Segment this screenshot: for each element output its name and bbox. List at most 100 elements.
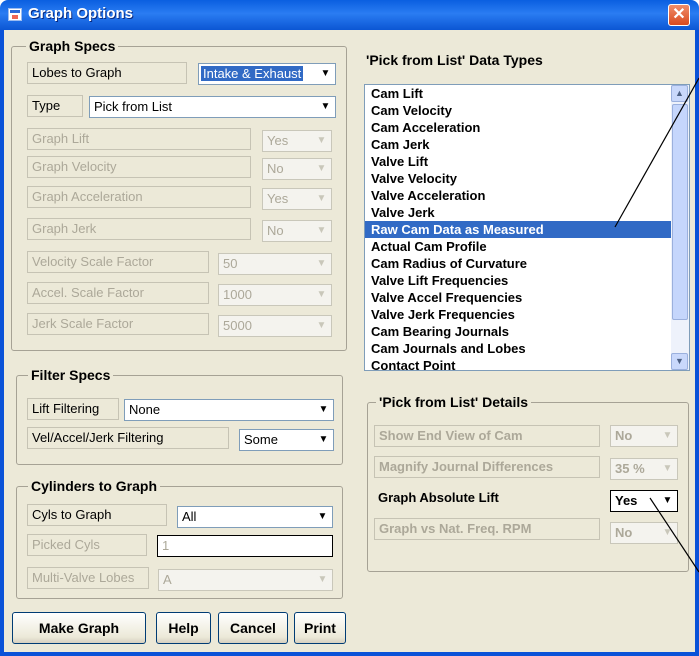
velocity-scale-value: 50 (223, 256, 238, 271)
list-item[interactable]: Valve Accel Frequencies (365, 289, 689, 306)
window-frame-right (695, 30, 699, 656)
jerk-scale-value: 5000 (223, 318, 252, 333)
velocity-scale-label: Velocity Scale Factor (27, 251, 209, 273)
window-title: Graph Options (28, 5, 133, 22)
graph-absolute-lift-combo[interactable]: Yes ▼ (610, 490, 678, 512)
chevron-down-icon[interactable]: ▼ (659, 427, 676, 445)
data-types-title: 'Pick from List' Data Types (366, 52, 543, 68)
list-item[interactable]: Cam Bearing Journals (365, 323, 689, 340)
cylinders-title: Cylinders to Graph (28, 478, 161, 494)
chevron-down-icon[interactable]: ▼ (314, 571, 331, 589)
vel-accel-jerk-filtering-label: Vel/Accel/Jerk Filtering (27, 427, 229, 449)
multi-valve-lobes-combo[interactable]: A ▼ (158, 569, 333, 591)
type-label: Type (27, 95, 83, 117)
magnify-journal-label: Magnify Journal Differences (374, 456, 600, 478)
scroll-thumb[interactable] (672, 104, 688, 320)
graph-velocity-value: No (267, 161, 284, 176)
lobes-to-graph-combo[interactable]: Intake & Exhaust ▼ (198, 63, 336, 85)
close-button[interactable]: ✕ (668, 4, 690, 26)
graph-vs-nat-freq-combo[interactable]: No ▼ (610, 522, 678, 544)
list-item[interactable]: Cam Radius of Curvature (365, 255, 689, 272)
picked-cyls-input[interactable]: 1 (157, 535, 333, 557)
list-item[interactable]: Actual Cam Profile (365, 238, 689, 255)
list-item[interactable]: Cam Jerk (365, 136, 689, 153)
graph-velocity-label: Graph Velocity (27, 156, 251, 178)
scroll-up-icon[interactable]: ▲ (671, 85, 688, 102)
type-combo[interactable]: Pick from List ▼ (89, 96, 336, 118)
list-item[interactable]: Valve Acceleration (365, 187, 689, 204)
list-item[interactable]: Valve Jerk (365, 204, 689, 221)
accel-scale-value: 1000 (223, 287, 252, 302)
chevron-down-icon[interactable]: ▼ (313, 132, 330, 150)
graph-vs-nat-freq-value: No (615, 525, 633, 540)
make-graph-button[interactable]: Make Graph (12, 612, 146, 644)
magnify-journal-combo[interactable]: 35 % ▼ (610, 458, 678, 480)
chevron-down-icon[interactable]: ▼ (313, 160, 330, 178)
jerk-scale-label: Jerk Scale Factor (27, 313, 209, 335)
graph-lift-combo[interactable]: Yes ▼ (262, 130, 332, 152)
help-button[interactable]: Help (156, 612, 211, 644)
cyls-to-graph-value: All (182, 509, 197, 524)
details-title: 'Pick from List' Details (376, 394, 532, 410)
vel-accel-jerk-filtering-combo[interactable]: Some ▼ (239, 429, 334, 451)
chevron-down-icon[interactable]: ▼ (313, 255, 330, 273)
vel-accel-jerk-filtering-value: Some (244, 432, 278, 447)
list-item[interactable]: Valve Velocity (365, 170, 689, 187)
chevron-down-icon[interactable]: ▼ (317, 65, 334, 83)
list-item[interactable]: Raw Cam Data as Measured (365, 221, 689, 238)
list-item[interactable]: Valve Jerk Frequencies (365, 306, 689, 323)
chevron-down-icon[interactable]: ▼ (315, 431, 332, 449)
chevron-down-icon[interactable]: ▼ (315, 401, 332, 419)
list-item[interactable]: Cam Journals and Lobes (365, 340, 689, 357)
app-window-icon (8, 8, 22, 21)
graph-acceleration-label: Graph Acceleration (27, 186, 251, 208)
chevron-down-icon[interactable]: ▼ (313, 286, 330, 304)
chevron-down-icon[interactable]: ▼ (659, 460, 676, 478)
graph-absolute-lift-value: Yes (615, 493, 638, 508)
chevron-down-icon[interactable]: ▼ (317, 98, 334, 116)
close-icon: ✕ (672, 6, 686, 23)
graph-lift-label: Graph Lift (27, 128, 251, 150)
list-item[interactable]: Valve Lift Frequencies (365, 272, 689, 289)
lift-filtering-label: Lift Filtering (27, 398, 119, 420)
data-types-listbox[interactable]: Cam Lift Cam Velocity Cam Acceleration Cam … (364, 84, 690, 371)
cancel-button[interactable]: Cancel (218, 612, 288, 644)
picked-cyls-label: Picked Cyls (27, 534, 147, 556)
graph-acceleration-combo[interactable]: Yes ▼ (262, 188, 332, 210)
show-end-view-combo[interactable]: No ▼ (610, 425, 678, 447)
scroll-down-icon[interactable]: ▼ (671, 353, 688, 370)
print-button[interactable]: Print (294, 612, 346, 644)
list-item[interactable]: Cam Velocity (365, 102, 689, 119)
cyls-to-graph-label: Cyls to Graph (27, 504, 167, 526)
list-item[interactable]: Cam Lift (365, 85, 689, 102)
chevron-down-icon[interactable]: ▼ (314, 508, 331, 526)
window-frame-bottom (0, 652, 699, 656)
chevron-down-icon[interactable]: ▼ (659, 492, 676, 510)
accel-scale-label: Accel. Scale Factor (27, 282, 209, 304)
graph-absolute-lift-label: Graph Absolute Lift (374, 488, 600, 510)
chevron-down-icon[interactable]: ▼ (313, 317, 330, 335)
show-end-view-value: No (615, 428, 633, 443)
multi-valve-lobes-value: A (163, 572, 172, 587)
velocity-scale-combo[interactable]: 50 ▼ (218, 253, 332, 275)
list-item[interactable]: Contact Point (365, 357, 689, 370)
graph-jerk-combo[interactable]: No ▼ (262, 220, 332, 242)
list-item[interactable]: Valve Lift (365, 153, 689, 170)
lobes-to-graph-label: Lobes to Graph (27, 62, 187, 84)
graph-lift-value: Yes (267, 133, 289, 148)
graph-jerk-label: Graph Jerk (27, 218, 251, 240)
chevron-down-icon[interactable]: ▼ (659, 524, 676, 542)
filter-specs-title: Filter Specs (28, 367, 114, 383)
chevron-down-icon[interactable]: ▼ (313, 190, 330, 208)
lift-filtering-value: None (129, 402, 161, 417)
cyls-to-graph-combo[interactable]: All ▼ (177, 506, 333, 528)
chevron-down-icon[interactable]: ▼ (313, 222, 330, 240)
show-end-view-label: Show End View of Cam (374, 425, 600, 447)
graph-acceleration-value: Yes (267, 191, 289, 206)
graph-velocity-combo[interactable]: No ▼ (262, 158, 332, 180)
list-item[interactable]: Cam Acceleration (365, 119, 689, 136)
jerk-scale-combo[interactable]: 5000 ▼ (218, 315, 332, 337)
graph-specs-title: Graph Specs (26, 38, 119, 54)
lift-filtering-combo[interactable]: None ▼ (124, 399, 334, 421)
accel-scale-combo[interactable]: 1000 ▼ (218, 284, 332, 306)
